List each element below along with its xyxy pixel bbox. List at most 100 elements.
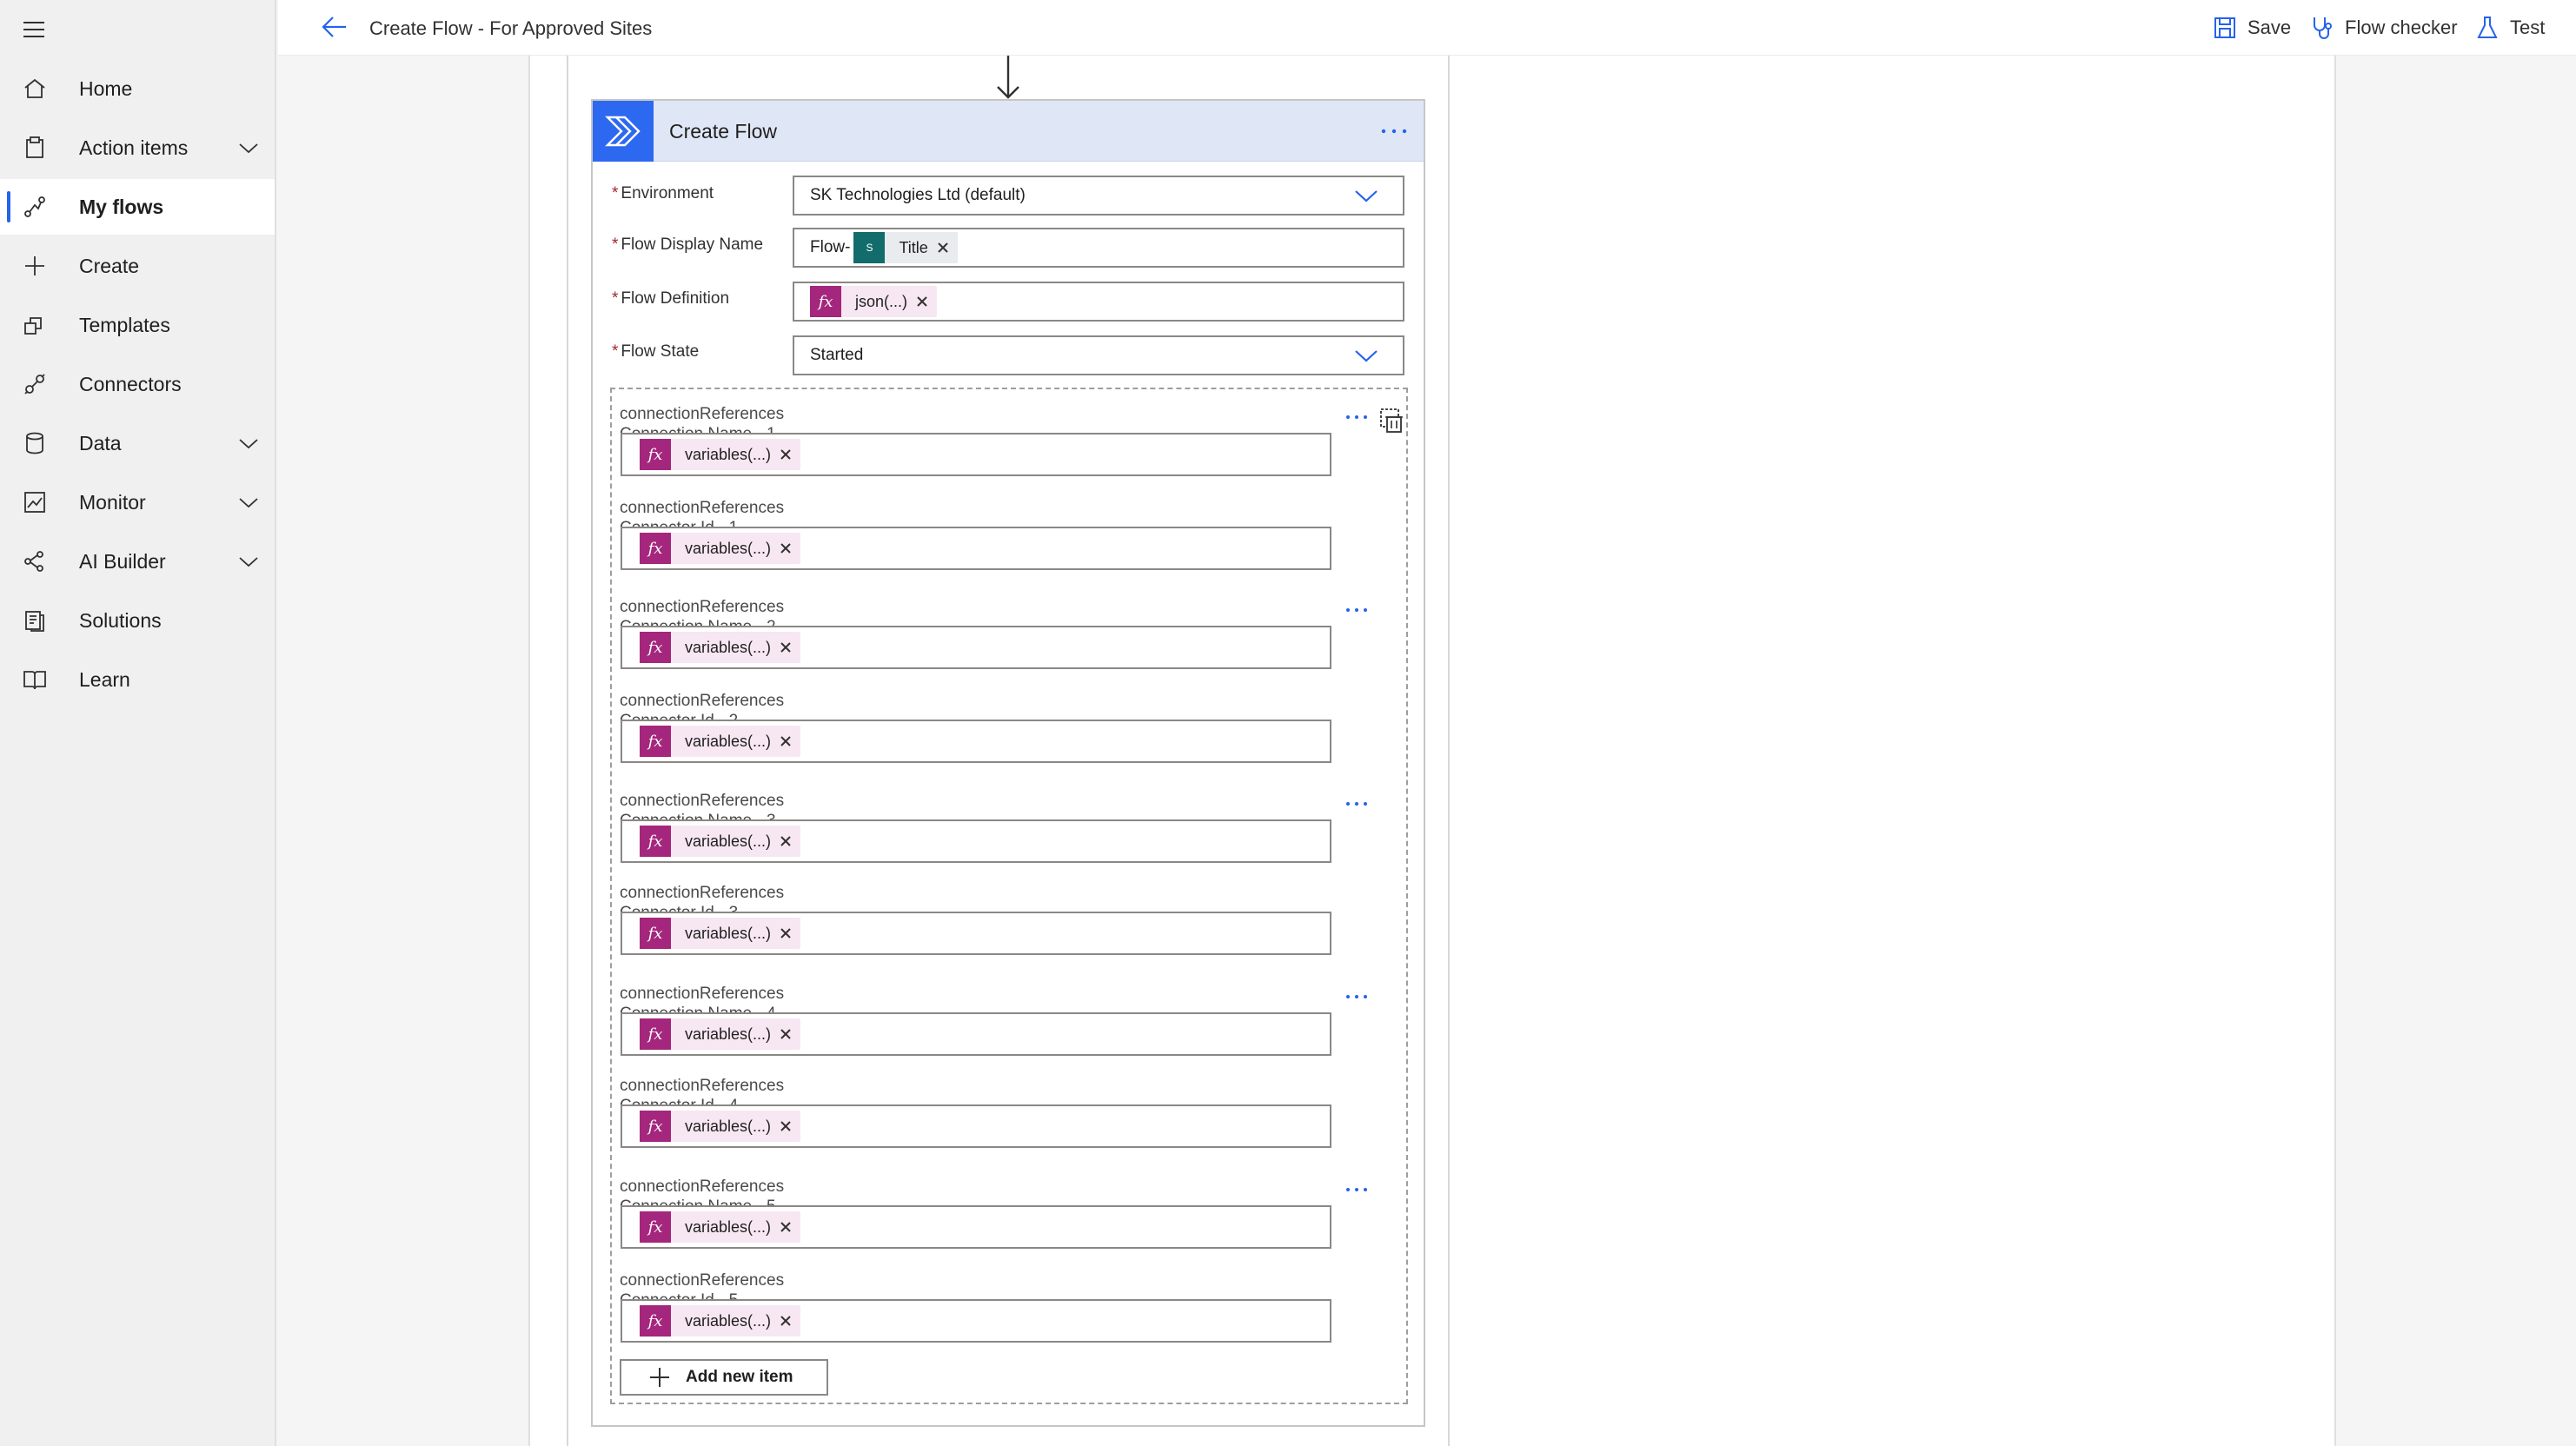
item-more-options-icon[interactable]: [1344, 795, 1370, 813]
array-item-input[interactable]: fx variables(...): [621, 527, 1331, 570]
array-item-input[interactable]: fx variables(...): [621, 1299, 1331, 1343]
expression-token[interactable]: fx variables(...): [640, 439, 801, 470]
display-name-prefix: Flow-: [810, 238, 851, 256]
expression-token[interactable]: fx variables(...): [640, 632, 801, 663]
sidebar-item-templates[interactable]: Templates: [0, 297, 275, 353]
remove-token-icon[interactable]: [778, 1026, 793, 1042]
remove-token-icon[interactable]: [935, 240, 951, 255]
chevron-down-icon: [1354, 347, 1378, 364]
array-item-input[interactable]: fx variables(...): [621, 1104, 1331, 1148]
plus-icon: [649, 1367, 670, 1388]
expression-token[interactable]: fx variables(...): [640, 1111, 801, 1142]
action-card-header[interactable]: Create Flow: [593, 101, 1424, 162]
remove-token-icon[interactable]: [778, 1313, 793, 1329]
flow-state-dropdown[interactable]: Started: [793, 335, 1404, 375]
flow-definition-input[interactable]: fx json(...): [793, 282, 1404, 322]
fx-icon: fx: [810, 286, 841, 317]
array-item-input[interactable]: fx variables(...): [621, 433, 1331, 476]
remove-token-icon[interactable]: [778, 1219, 793, 1235]
item-more-options-icon[interactable]: [1344, 601, 1370, 619]
remove-token-icon[interactable]: [778, 447, 793, 462]
array-item-label: connectionReferences: [620, 1177, 785, 1196]
fx-icon: fx: [640, 439, 671, 470]
expression-token[interactable]: fx json(...): [810, 286, 938, 317]
expression-token[interactable]: fx variables(...): [640, 1211, 801, 1243]
save-button[interactable]: Save: [2213, 12, 2291, 43]
sidebar-item-label: Learn: [79, 667, 130, 691]
sidebar-item-label: Home: [79, 76, 133, 100]
sidebar-item-label: Monitor: [79, 490, 146, 514]
display-name-input[interactable]: Flow- S Title: [793, 228, 1404, 268]
test-button[interactable]: Test: [2475, 12, 2545, 43]
array-item-input[interactable]: fx variables(...): [621, 1205, 1331, 1249]
array-item-input[interactable]: fx variables(...): [621, 819, 1331, 863]
expression-token[interactable]: fx variables(...): [640, 533, 801, 564]
sidebar-item-label: AI Builder: [79, 549, 166, 573]
remove-token-icon[interactable]: [778, 833, 793, 849]
item-more-options-icon[interactable]: [1344, 1181, 1370, 1198]
flow-checker-button[interactable]: Flow checker: [2310, 12, 2458, 43]
expression-token[interactable]: fx variables(...): [640, 1305, 801, 1337]
required-asterisk: *: [612, 235, 619, 254]
sidebar-item-data[interactable]: Data: [0, 415, 275, 471]
create-flow-action-card: Create Flow * Environment SK Technologies…: [591, 99, 1425, 1427]
required-asterisk: *: [612, 342, 619, 361]
array-item-label: connectionReferences: [620, 792, 785, 810]
chevron-down-icon[interactable]: [238, 553, 259, 570]
fx-icon: fx: [640, 1018, 671, 1050]
connector-icon: [23, 372, 47, 396]
chevron-down-icon[interactable]: [238, 434, 259, 452]
sidebar-item-action-items[interactable]: Action items: [0, 120, 275, 176]
sidebar-item-my-flows[interactable]: My flows: [0, 179, 275, 235]
sidebar-item-monitor[interactable]: Monitor: [0, 474, 275, 530]
expression-token[interactable]: fx variables(...): [640, 918, 801, 949]
fx-icon: fx: [640, 1211, 671, 1243]
remove-token-icon[interactable]: [778, 640, 793, 655]
environment-value: SK Technologies Ltd (default): [810, 186, 1026, 204]
sidebar-item-learn[interactable]: Learn: [0, 652, 275, 707]
sharepoint-title-token[interactable]: S Title: [853, 232, 958, 263]
database-icon: [23, 431, 47, 455]
array-item-input[interactable]: fx variables(...): [621, 626, 1331, 669]
page-title: Create Flow - For Approved Sites: [369, 17, 653, 39]
book-icon: [23, 667, 47, 692]
sidebar-item-create[interactable]: Create: [0, 238, 275, 294]
solutions-icon: [23, 608, 47, 633]
array-item-label: connectionReferences: [620, 985, 785, 1003]
item-more-options-icon[interactable]: [1344, 988, 1370, 1005]
flow-checker-label: Flow checker: [2345, 17, 2458, 38]
sidebar-item-label: Templates: [79, 313, 170, 336]
array-item-input[interactable]: fx variables(...): [621, 720, 1331, 763]
expression-token[interactable]: fx variables(...): [640, 726, 801, 757]
sidebar-item-label: Solutions: [79, 608, 162, 632]
save-label: Save: [2247, 17, 2292, 38]
delete-item-icon[interactable]: [1378, 407, 1404, 434]
array-item-input[interactable]: fx variables(...): [621, 912, 1331, 955]
save-icon: [2213, 15, 2237, 41]
remove-token-icon[interactable]: [914, 294, 930, 309]
remove-token-icon[interactable]: [778, 925, 793, 941]
hamburger-menu-icon[interactable]: [19, 17, 49, 42]
expression-token[interactable]: fx variables(...): [640, 826, 801, 857]
environment-dropdown[interactable]: SK Technologies Ltd (default): [793, 176, 1404, 216]
remove-token-icon[interactable]: [778, 541, 793, 556]
remove-token-icon[interactable]: [778, 733, 793, 749]
sidebar-item-home[interactable]: Home: [0, 61, 275, 116]
sidebar-item-connectors[interactable]: Connectors: [0, 356, 275, 412]
sidebar-item-ai-builder[interactable]: AI Builder: [0, 534, 275, 589]
flow-icon: [23, 195, 47, 219]
sidebar-item-label: Connectors: [79, 372, 182, 395]
add-new-item-button[interactable]: Add new item: [620, 1359, 828, 1396]
chevron-down-icon[interactable]: [238, 494, 259, 511]
expression-token[interactable]: fx variables(...): [640, 1018, 801, 1050]
array-item-input[interactable]: fx variables(...): [621, 1012, 1331, 1056]
sidebar-item-solutions[interactable]: Solutions: [0, 593, 275, 648]
back-arrow-icon[interactable]: [320, 14, 349, 40]
item-more-options-icon[interactable]: [1344, 408, 1370, 426]
chevron-down-icon[interactable]: [238, 139, 259, 156]
ai-builder-icon: [23, 549, 47, 574]
sidebar-item-label: Create: [79, 254, 140, 277]
more-options-icon[interactable]: [1377, 118, 1411, 144]
array-item-label: connectionReferences: [620, 692, 785, 710]
remove-token-icon[interactable]: [778, 1118, 793, 1134]
